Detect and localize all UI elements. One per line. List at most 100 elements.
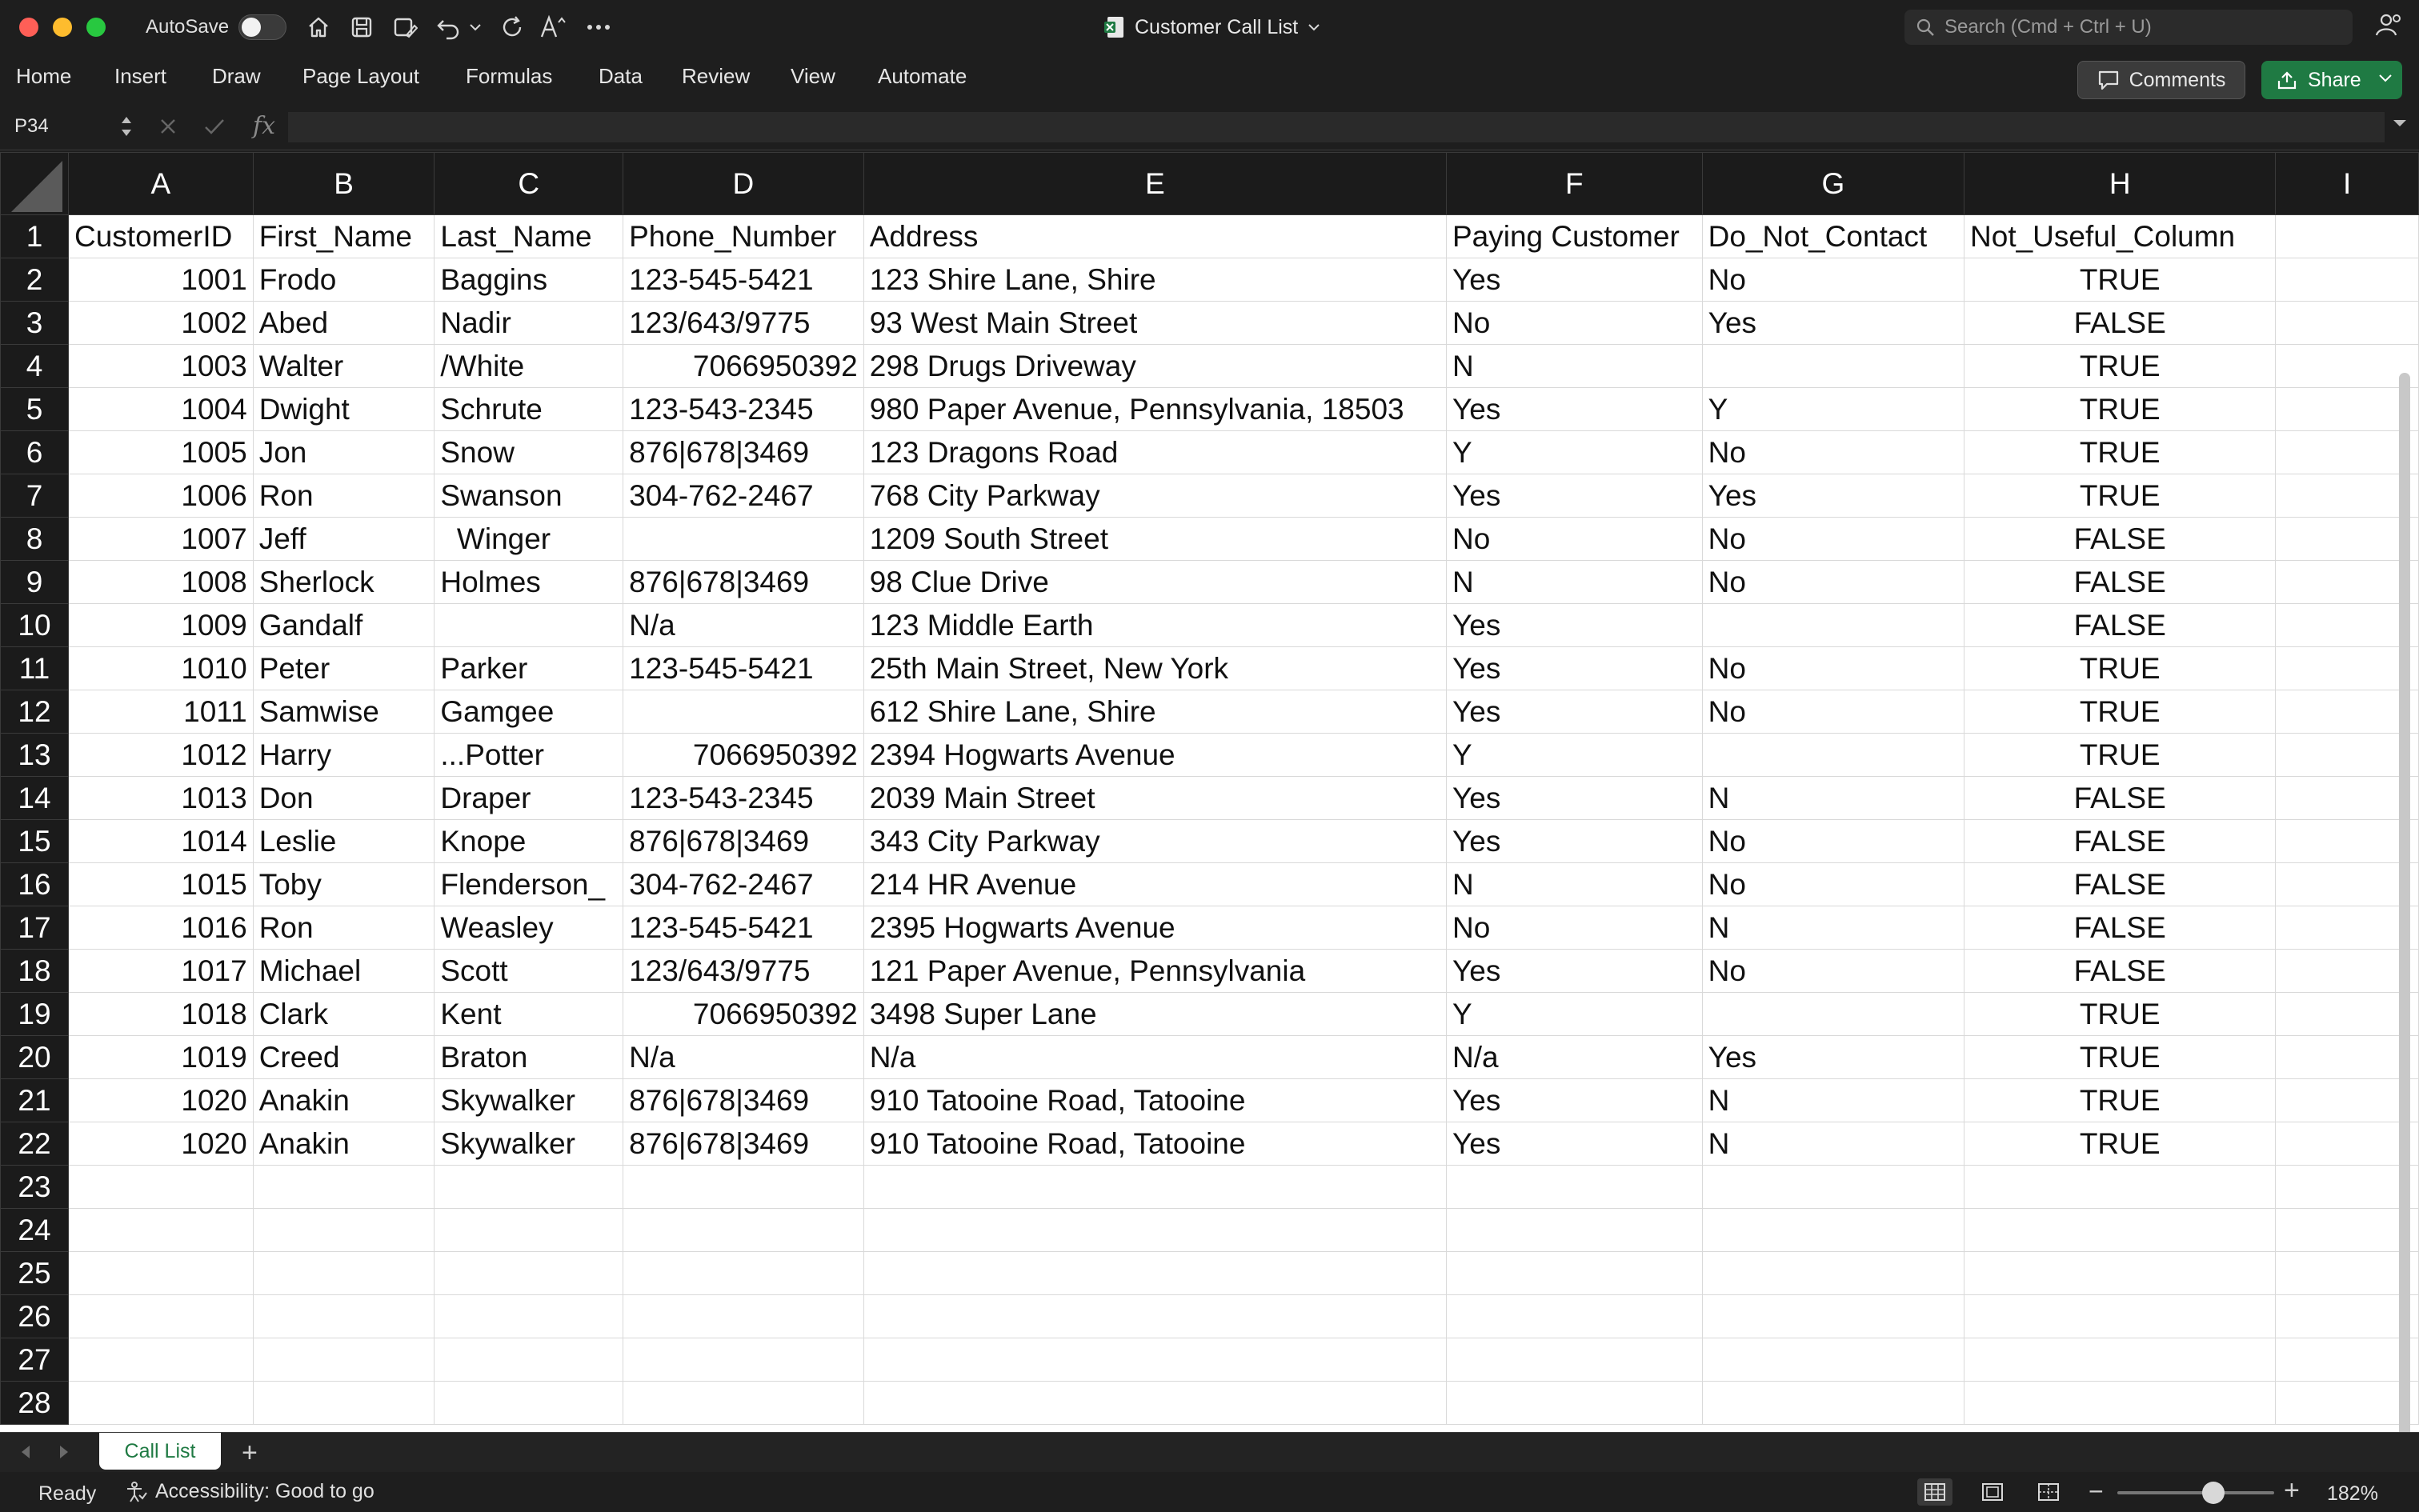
cell-i6[interactable]: [2275, 430, 2419, 474]
cell-e19[interactable]: 3498 Super Lane: [863, 992, 1447, 1036]
cell-b1[interactable]: First_Name: [252, 214, 435, 258]
row-header[interactable]: 11: [0, 646, 69, 690]
cell-e28[interactable]: [863, 1381, 1447, 1425]
cell-g14[interactable]: N: [1701, 776, 1965, 820]
cell-b14[interactable]: Don: [252, 776, 435, 820]
cell-i28[interactable]: [2275, 1381, 2419, 1425]
page-layout-view-icon[interactable]: [1975, 1478, 2010, 1506]
cell-a1[interactable]: CustomerID: [68, 214, 254, 258]
cell-b7[interactable]: Ron: [252, 474, 435, 518]
cell-a4[interactable]: 1003: [68, 344, 254, 388]
cell-h12[interactable]: TRUE: [1964, 690, 2277, 734]
cell-f12[interactable]: Yes: [1445, 690, 1703, 734]
cell-f15[interactable]: Yes: [1445, 819, 1703, 863]
cell-f17[interactable]: No: [1445, 906, 1703, 950]
row-header[interactable]: 28: [0, 1381, 69, 1425]
formula-input[interactable]: [288, 112, 2385, 142]
confirm-check-icon[interactable]: [200, 112, 229, 141]
cell-b27[interactable]: [252, 1338, 435, 1382]
tab-data[interactable]: Data: [599, 64, 643, 89]
column-header-d[interactable]: D: [623, 152, 864, 215]
row-header[interactable]: 25: [0, 1251, 69, 1295]
cell-f28[interactable]: [1445, 1381, 1703, 1425]
cell-b8[interactable]: Jeff: [252, 517, 435, 561]
cell-i17[interactable]: [2275, 906, 2419, 950]
cell-h11[interactable]: TRUE: [1964, 646, 2277, 690]
cell-f8[interactable]: No: [1445, 517, 1703, 561]
cell-c1[interactable]: Last_Name: [434, 214, 624, 258]
cell-d22[interactable]: 876|678|3469: [623, 1122, 864, 1166]
cell-d28[interactable]: [623, 1381, 864, 1425]
cell-g19[interactable]: [1701, 992, 1965, 1036]
cell-e23[interactable]: [863, 1165, 1447, 1209]
cell-g11[interactable]: No: [1701, 646, 1965, 690]
add-sheet-button[interactable]: +: [242, 1438, 258, 1469]
cell-g9[interactable]: No: [1701, 560, 1965, 604]
cell-c8[interactable]: Winger: [434, 517, 624, 561]
cell-b11[interactable]: Peter: [252, 646, 435, 690]
cell-h24[interactable]: [1964, 1208, 2277, 1252]
cell-g22[interactable]: N: [1701, 1122, 1965, 1166]
cell-d14[interactable]: 123-543-2345: [623, 776, 864, 820]
cell-h25[interactable]: [1964, 1251, 2277, 1295]
cell-f21[interactable]: Yes: [1445, 1078, 1703, 1122]
cell-b6[interactable]: Jon: [252, 430, 435, 474]
accessibility-status[interactable]: Accessibility: Good to go: [125, 1480, 374, 1503]
cell-h21[interactable]: TRUE: [1964, 1078, 2277, 1122]
cell-e26[interactable]: [863, 1294, 1447, 1338]
cell-c24[interactable]: [434, 1208, 624, 1252]
cell-d17[interactable]: 123-545-5421: [623, 906, 864, 950]
cell-c5[interactable]: Schrute: [434, 387, 624, 431]
more-options-icon[interactable]: [583, 11, 615, 43]
cell-i22[interactable]: [2275, 1122, 2419, 1166]
redo-icon[interactable]: [496, 11, 528, 43]
cell-g15[interactable]: No: [1701, 819, 1965, 863]
cell-i11[interactable]: [2275, 646, 2419, 690]
cell-g10[interactable]: [1701, 603, 1965, 647]
cell-h6[interactable]: TRUE: [1964, 430, 2277, 474]
cell-g23[interactable]: [1701, 1165, 1965, 1209]
cell-b15[interactable]: Leslie: [252, 819, 435, 863]
cell-e18[interactable]: 121 Paper Avenue, Pennsylvania: [863, 949, 1447, 993]
cell-f19[interactable]: Y: [1445, 992, 1703, 1036]
row-header[interactable]: 12: [0, 690, 69, 734]
row-header[interactable]: 17: [0, 906, 69, 950]
cell-i23[interactable]: [2275, 1165, 2419, 1209]
cell-e20[interactable]: N/a: [863, 1035, 1447, 1079]
cell-i5[interactable]: [2275, 387, 2419, 431]
cell-d5[interactable]: 123-543-2345: [623, 387, 864, 431]
cell-f25[interactable]: [1445, 1251, 1703, 1295]
cell-h18[interactable]: FALSE: [1964, 949, 2277, 993]
row-header[interactable]: 24: [0, 1208, 69, 1252]
cell-i20[interactable]: [2275, 1035, 2419, 1079]
cell-c25[interactable]: [434, 1251, 624, 1295]
cell-i1[interactable]: [2275, 214, 2419, 258]
document-title[interactable]: Customer Call List: [1104, 13, 1320, 42]
row-header[interactable]: 15: [0, 819, 69, 863]
cell-b4[interactable]: Walter: [252, 344, 435, 388]
vertical-scrollbar[interactable]: [2399, 373, 2410, 1432]
cell-a11[interactable]: 1010: [68, 646, 254, 690]
cell-f26[interactable]: [1445, 1294, 1703, 1338]
cell-g13[interactable]: [1701, 733, 1965, 777]
cell-a5[interactable]: 1004: [68, 387, 254, 431]
cell-g16[interactable]: No: [1701, 862, 1965, 906]
font-size-icon[interactable]: [538, 11, 570, 43]
cell-i18[interactable]: [2275, 949, 2419, 993]
cell-d11[interactable]: 123-545-5421: [623, 646, 864, 690]
cell-f22[interactable]: Yes: [1445, 1122, 1703, 1166]
cell-h7[interactable]: TRUE: [1964, 474, 2277, 518]
undo-dropdown-chevron-icon[interactable]: [466, 11, 485, 43]
cell-i21[interactable]: [2275, 1078, 2419, 1122]
search-input[interactable]: Search (Cmd + Ctrl + U): [1904, 10, 2353, 45]
cell-g2[interactable]: No: [1701, 258, 1965, 302]
cell-e22[interactable]: 910 Tatooine Road, Tatooine: [863, 1122, 1447, 1166]
cell-h5[interactable]: TRUE: [1964, 387, 2277, 431]
row-header[interactable]: 21: [0, 1078, 69, 1122]
share-button[interactable]: Share: [2261, 61, 2402, 99]
cell-c3[interactable]: Nadir: [434, 301, 624, 345]
cell-c19[interactable]: Kent: [434, 992, 624, 1036]
cell-e12[interactable]: 612 Shire Lane, Shire: [863, 690, 1447, 734]
cell-b20[interactable]: Creed: [252, 1035, 435, 1079]
cell-c22[interactable]: Skywalker: [434, 1122, 624, 1166]
